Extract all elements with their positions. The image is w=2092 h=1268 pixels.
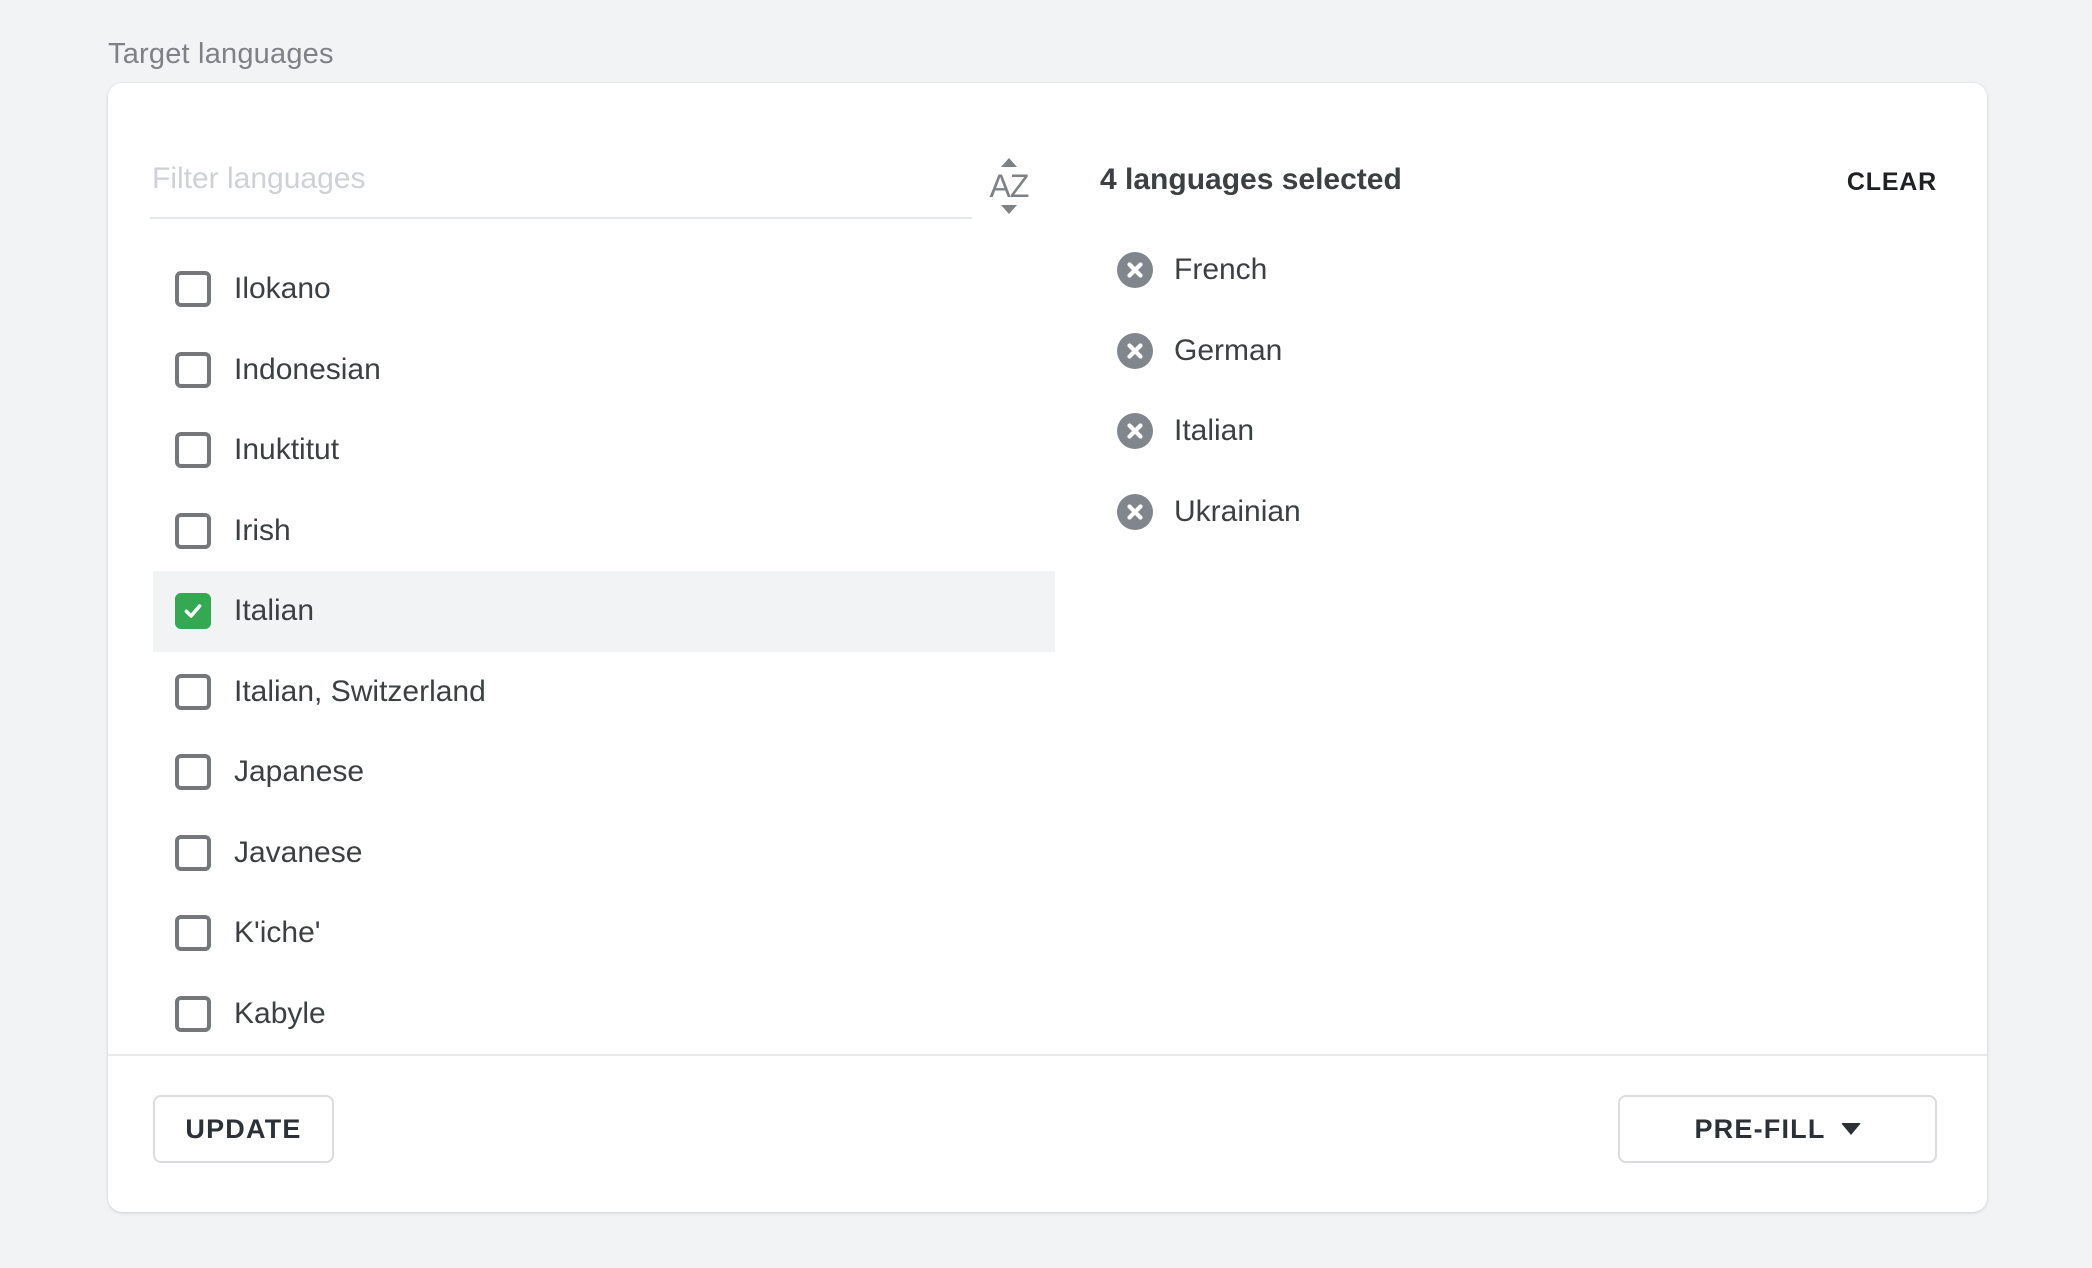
language-row[interactable]: Italian, Switzerland — [153, 652, 1055, 733]
language-label: Irish — [234, 514, 291, 548]
language-checkbox[interactable] — [175, 835, 211, 871]
language-label: Japanese — [234, 755, 364, 789]
language-label: Kabyle — [234, 997, 326, 1031]
language-label: Ilokano — [234, 272, 331, 306]
chevron-down-icon — [1841, 1123, 1861, 1135]
selected-language-label: Ukrainian — [1174, 495, 1301, 529]
close-icon — [1117, 333, 1153, 369]
close-icon — [1117, 413, 1153, 449]
language-checkbox[interactable] — [175, 352, 211, 388]
language-label: Inuktitut — [234, 433, 339, 467]
remove-language-button[interactable] — [1117, 413, 1153, 449]
selected-language-label: French — [1174, 253, 1267, 287]
selected-count-header: 4 languages selected — [1100, 163, 1402, 197]
language-checkbox[interactable] — [175, 432, 211, 468]
language-row[interactable]: Inuktitut — [153, 410, 1055, 491]
language-picker-card: AZ Ilokano Indonesian Inuktitut — [108, 83, 1987, 1212]
language-label: Javanese — [234, 836, 362, 870]
language-row[interactable]: Indonesian — [153, 330, 1055, 411]
language-row[interactable]: Kabyle — [153, 974, 1055, 1055]
language-checkbox[interactable] — [175, 513, 211, 549]
language-row[interactable]: Irish — [153, 491, 1055, 572]
update-button[interactable]: UPDATE — [153, 1095, 334, 1163]
language-row[interactable]: K'iche' — [153, 893, 1055, 974]
selected-language-label: German — [1174, 334, 1282, 368]
remove-language-button[interactable] — [1117, 333, 1153, 369]
page-title: Target languages — [108, 37, 334, 71]
close-icon — [1117, 494, 1153, 530]
language-list: Ilokano Indonesian Inuktitut Irish — [153, 249, 1055, 1054]
language-checkbox[interactable] — [175, 271, 211, 307]
language-checkbox[interactable] — [175, 996, 211, 1032]
language-label: Indonesian — [234, 353, 381, 387]
footer-divider — [108, 1054, 1987, 1056]
language-checkbox[interactable] — [175, 754, 211, 790]
selected-language-item: German — [1117, 311, 1301, 392]
sort-down-arrow-icon — [1001, 205, 1017, 214]
sort-alphabetical-icon[interactable]: AZ — [976, 151, 1042, 221]
clear-button[interactable]: CLEAR — [1847, 167, 1937, 197]
language-row[interactable]: Ilokano — [153, 249, 1055, 330]
language-label: Italian — [234, 594, 314, 628]
checkmark-icon — [179, 595, 207, 627]
prefill-button[interactable]: PRE-FILL — [1618, 1095, 1937, 1163]
sort-up-arrow-icon — [1001, 158, 1017, 167]
update-button-label: UPDATE — [185, 1114, 301, 1145]
language-row[interactable]: Italian — [153, 571, 1055, 652]
selected-language-item: Ukrainian — [1117, 472, 1301, 553]
language-row[interactable]: Japanese — [153, 732, 1055, 813]
language-row[interactable]: Javanese — [153, 813, 1055, 894]
language-checkbox[interactable] — [175, 593, 211, 629]
sort-az-letters: AZ — [990, 170, 1029, 202]
remove-language-button[interactable] — [1117, 494, 1153, 530]
selected-language-label: Italian — [1174, 414, 1254, 448]
prefill-button-label: PRE-FILL — [1694, 1114, 1825, 1145]
language-label: K'iche' — [234, 916, 321, 950]
language-checkbox[interactable] — [175, 915, 211, 951]
selected-languages-list: French German Italian Ukrainian — [1117, 230, 1301, 552]
remove-language-button[interactable] — [1117, 252, 1153, 288]
language-checkbox[interactable] — [175, 674, 211, 710]
close-icon — [1117, 252, 1153, 288]
language-label: Italian, Switzerland — [234, 675, 486, 709]
selected-language-item: Italian — [1117, 391, 1301, 472]
selected-language-item: French — [1117, 230, 1301, 311]
filter-languages-input[interactable] — [150, 149, 972, 219]
